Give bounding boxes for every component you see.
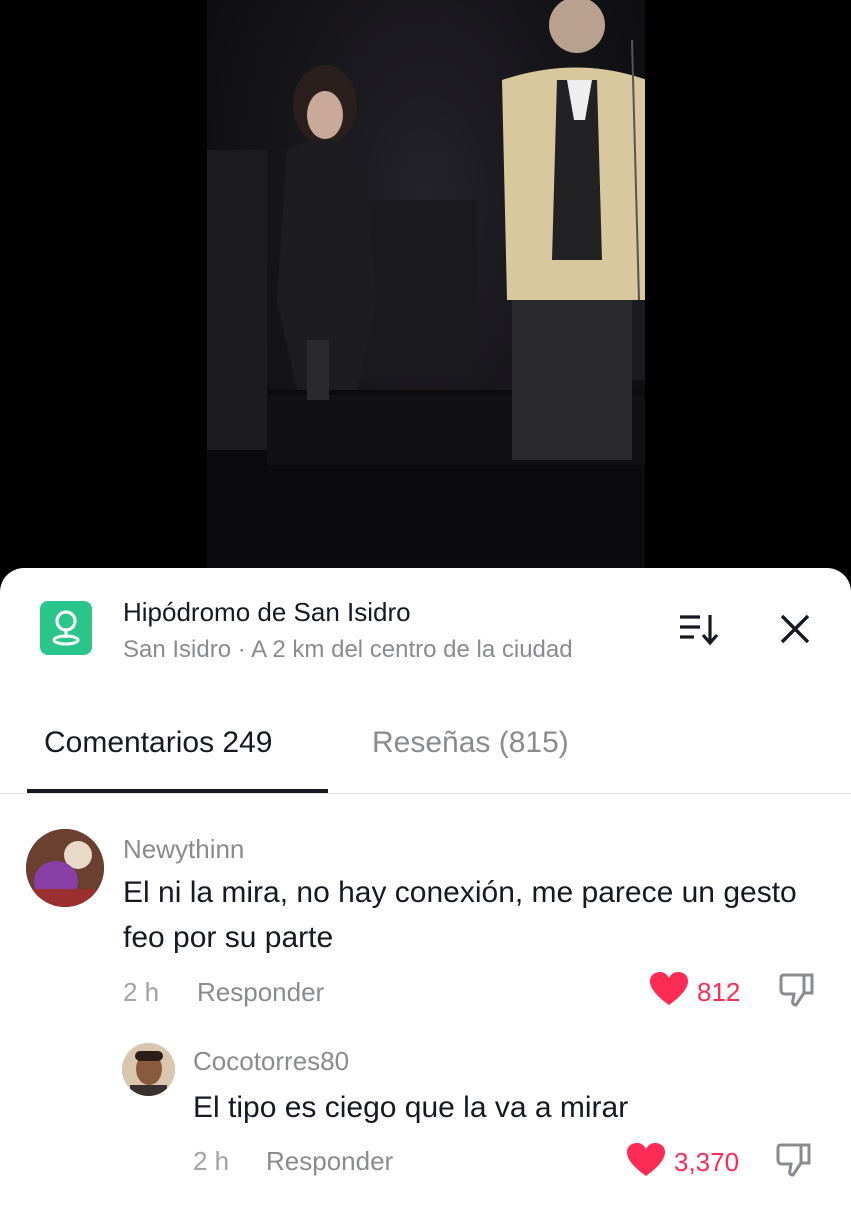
video-still-image [207,0,645,570]
heart-icon[interactable] [627,1143,665,1182]
tab-comments[interactable]: Comentarios 249 [44,726,272,760]
video-frame[interactable] [207,0,645,570]
like-count: 812 [697,977,741,1007]
tab-reviews[interactable]: Reseñas (815) [372,726,569,760]
comment-time: 2 h [193,1146,230,1176]
comment-text: El tipo es ciego que la va a mirar [193,1091,629,1124]
dislike-icon[interactable] [778,971,818,1014]
comment-text: El ni la mira, no hay conexión, me parec… [123,876,797,954]
comment-username[interactable]: Cocotorres80 [193,1046,349,1077]
sort-icon[interactable] [678,612,720,646]
avatar[interactable] [122,1043,175,1096]
reply-button[interactable]: Responder [266,1146,393,1177]
heart-icon[interactable] [650,972,688,1011]
close-icon[interactable] [778,612,812,646]
location-subtitle: San Isidro · A 2 km del centro de la ciu… [123,636,573,663]
comment-username[interactable]: Newythinn [123,834,244,865]
location-pin-icon[interactable] [40,601,92,655]
comment-time: 2 h [123,977,160,1007]
reply-button[interactable]: Responder [197,977,324,1008]
like-count: 3,370 [674,1147,740,1177]
dislike-icon[interactable] [775,1141,815,1184]
tabs-divider [0,793,851,794]
avatar[interactable] [26,829,104,907]
video-player[interactable] [0,0,851,600]
location-title[interactable]: Hipódromo de San Isidro [123,597,411,628]
